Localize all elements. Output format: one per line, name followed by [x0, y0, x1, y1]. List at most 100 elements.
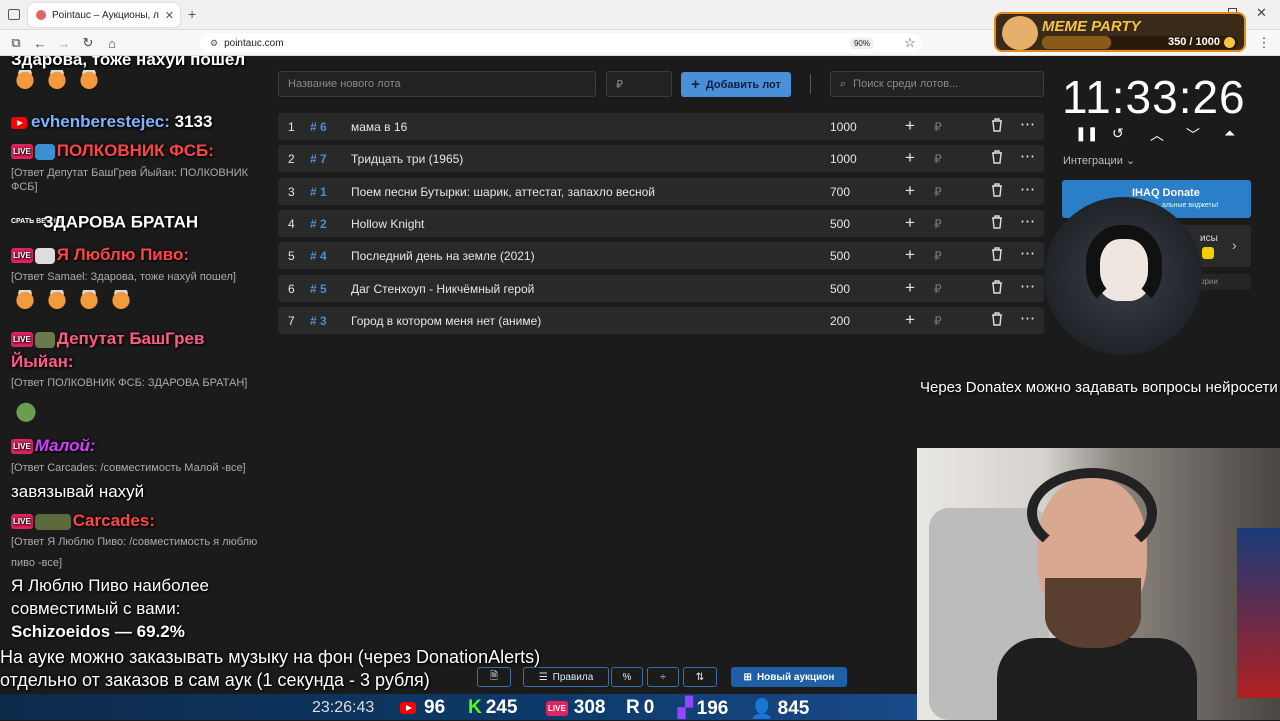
delete-icon[interactable] [991, 118, 1003, 132]
more-options-icon[interactable]: ⋯ [1020, 180, 1035, 198]
live-badge-icon: LIVE [11, 514, 33, 530]
lot-amount[interactable]: 500 [830, 217, 850, 231]
add-amount-icon[interactable]: + [905, 148, 915, 168]
delete-icon[interactable] [991, 150, 1003, 164]
add-lot-button[interactable]: + Добавить лот [681, 72, 791, 97]
lot-amount[interactable]: 200 [830, 314, 850, 328]
pause-icon[interactable]: ❚❚ [1075, 125, 1098, 142]
lot-row[interactable]: 6 # 5 Даг Стенхоуп - Никчёмный герой 500 + ₽ ⋯ [278, 274, 1044, 302]
delete-icon[interactable] [991, 247, 1003, 261]
avatar [34, 247, 55, 264]
lot-row[interactable]: 1 # 6 мама в 16 1000 + ₽ ⋯ [278, 113, 1044, 140]
lot-row[interactable]: 7 # 3 Город в котором меня нет (аниме) 200 +… [278, 306, 1044, 334]
lot-name[interactable]: Даг Стенхоуп - Никчёмный герой [351, 282, 534, 296]
chat-emotes [11, 290, 139, 316]
delete-icon[interactable] [991, 182, 1003, 197]
add-amount-icon[interactable]: + [905, 278, 915, 298]
address-bar[interactable]: ⚙ pointauc.com 90% [200, 33, 922, 53]
lot-amount[interactable]: 500 [830, 249, 850, 263]
chat-message: Здарова, тоже нахуй пошел [11, 56, 246, 69]
ruble-input-icon[interactable]: ₽ [934, 185, 942, 199]
chat-reply: [Ответ ПОЛКОВНИК ФСБ: ЗДАРОВА БРАТАН] [11, 377, 248, 389]
new-lot-input[interactable]: Название нового лота [278, 71, 596, 97]
tab-pointauc[interactable]: Pointauc – Аукционы, лотереи ✕ [28, 3, 180, 27]
total-viewers: 👤 845 [750, 697, 809, 721]
reset-icon[interactable]: ↺ [1112, 125, 1124, 142]
lot-amount[interactable]: 1000 [830, 120, 857, 134]
chat-username: Я Люблю Пиво: [56, 245, 190, 264]
lot-id: # 1 [310, 184, 327, 199]
add-amount-icon[interactable]: + [905, 116, 915, 136]
lot-row[interactable]: 4 # 2 Hollow Knight 500 + ₽ ⋯ [278, 209, 1044, 237]
lot-row[interactable]: 5 # 4 Последний день на земле (2021) 500 + ₽ ⋯ [278, 242, 1044, 270]
add-amount-icon[interactable]: + [905, 213, 915, 233]
lot-amount-input[interactable]: ₽ [606, 71, 672, 97]
lot-id: # 3 [310, 313, 327, 328]
delete-icon[interactable] [991, 215, 1003, 229]
ruble-input-icon[interactable]: ₽ [934, 282, 942, 296]
r-viewers: R0 [626, 697, 654, 719]
percent-icon[interactable]: % [611, 667, 643, 687]
reload-icon[interactable]: ↻ [78, 33, 98, 53]
more-options-icon[interactable]: ⋯ [1020, 212, 1035, 230]
new-auction-button[interactable]: ⊞ Новый аукцион [731, 667, 847, 687]
lot-row[interactable]: 2 # 7 Тридцать три (1965) 1000 + ₽ ⋯ [278, 145, 1044, 173]
lot-row[interactable]: 3 # 1 Поем песни Бутырки: шарик, аттестат,… [278, 177, 1044, 205]
more-options-icon[interactable]: ⋯ [1020, 277, 1035, 295]
lot-name[interactable]: Hollow Knight [351, 217, 424, 231]
lot-name[interactable]: мама в 16 [351, 120, 407, 134]
search-input[interactable]: ⌕ Поиск среди лотов... [830, 71, 1044, 97]
lot-name[interactable]: Поем песни Бутырки: шарик, аттестат, зап… [351, 185, 655, 199]
r-count: 0 [643, 697, 655, 718]
chicken-emote-icon [75, 290, 103, 316]
chat-reply: пиво -все] [11, 557, 63, 569]
lot-name[interactable]: Последний день на земле (2021) [351, 249, 535, 263]
bookmark-star-icon[interactable]: ☆ [900, 33, 920, 53]
zoom-indicator[interactable]: 90% [849, 37, 874, 49]
more-options-icon[interactable]: ⋯ [1020, 309, 1035, 327]
forward-icon[interactable]: → [54, 33, 74, 53]
close-tab-icon[interactable]: ✕ [165, 9, 180, 22]
chat-message: Schizoeidos — 69.2% [11, 622, 185, 641]
chat-username: Малой: [34, 436, 96, 455]
youtube-icon [11, 116, 27, 129]
ruble-input-icon[interactable]: ₽ [934, 152, 942, 166]
delete-icon[interactable] [991, 312, 1003, 326]
lot-name[interactable]: Город в котором меня нет (аниме) [351, 314, 541, 328]
lot-amount[interactable]: 1000 [830, 152, 857, 166]
more-options-icon[interactable]: ⋯ [1020, 115, 1035, 133]
kick-count: 245 [485, 697, 518, 718]
ruble-input-icon[interactable]: ₽ [934, 249, 942, 263]
sidebar-toggle-icon[interactable]: ⧉ [6, 33, 26, 53]
ruble-input-icon[interactable]: ₽ [934, 314, 942, 328]
more-options-icon[interactable]: ⋯ [1020, 147, 1035, 165]
live-count: 308 [573, 697, 606, 718]
lot-amount[interactable]: 500 [830, 282, 850, 296]
site-info-icon[interactable]: ⚙ [210, 38, 218, 49]
lot-name[interactable]: Тридцать три (1965) [351, 152, 463, 166]
add-amount-icon[interactable]: + [905, 181, 915, 201]
home-icon[interactable]: ⌂ [102, 33, 122, 53]
sort-icon[interactable]: ⇅ [683, 667, 717, 687]
chicken-emote-icon [75, 70, 103, 96]
tab-actions-icon[interactable] [8, 9, 20, 20]
integrations-dropdown[interactable]: Интеграции ⌄ [1063, 154, 1135, 167]
add-amount-icon[interactable]: + [905, 245, 915, 265]
more-options-icon[interactable]: ⋯ [1020, 244, 1035, 262]
double-time-icon[interactable]: ⏶ [1224, 125, 1235, 142]
twitch-viewers: ▞ 196 [678, 697, 728, 720]
ruble-input-icon[interactable]: ₽ [934, 120, 942, 134]
ruble-input-icon[interactable]: ₽ [934, 217, 942, 231]
subtract-time-icon[interactable]: ﹀ [1186, 125, 1200, 145]
split-icon[interactable]: ÷ [647, 667, 679, 687]
add-amount-icon[interactable]: + [905, 310, 915, 330]
lot-position: 6 [288, 281, 295, 296]
back-icon[interactable]: ← [30, 33, 50, 53]
add-time-icon[interactable]: ︿ [1150, 125, 1164, 145]
menu-icon[interactable]: ⋮ [1254, 33, 1274, 53]
new-tab-icon[interactable]: + [188, 6, 196, 22]
avatar [34, 331, 55, 348]
lot-amount[interactable]: 700 [830, 185, 850, 199]
delete-icon[interactable] [991, 279, 1003, 294]
window-close-icon[interactable]: ✕ [1256, 5, 1267, 21]
